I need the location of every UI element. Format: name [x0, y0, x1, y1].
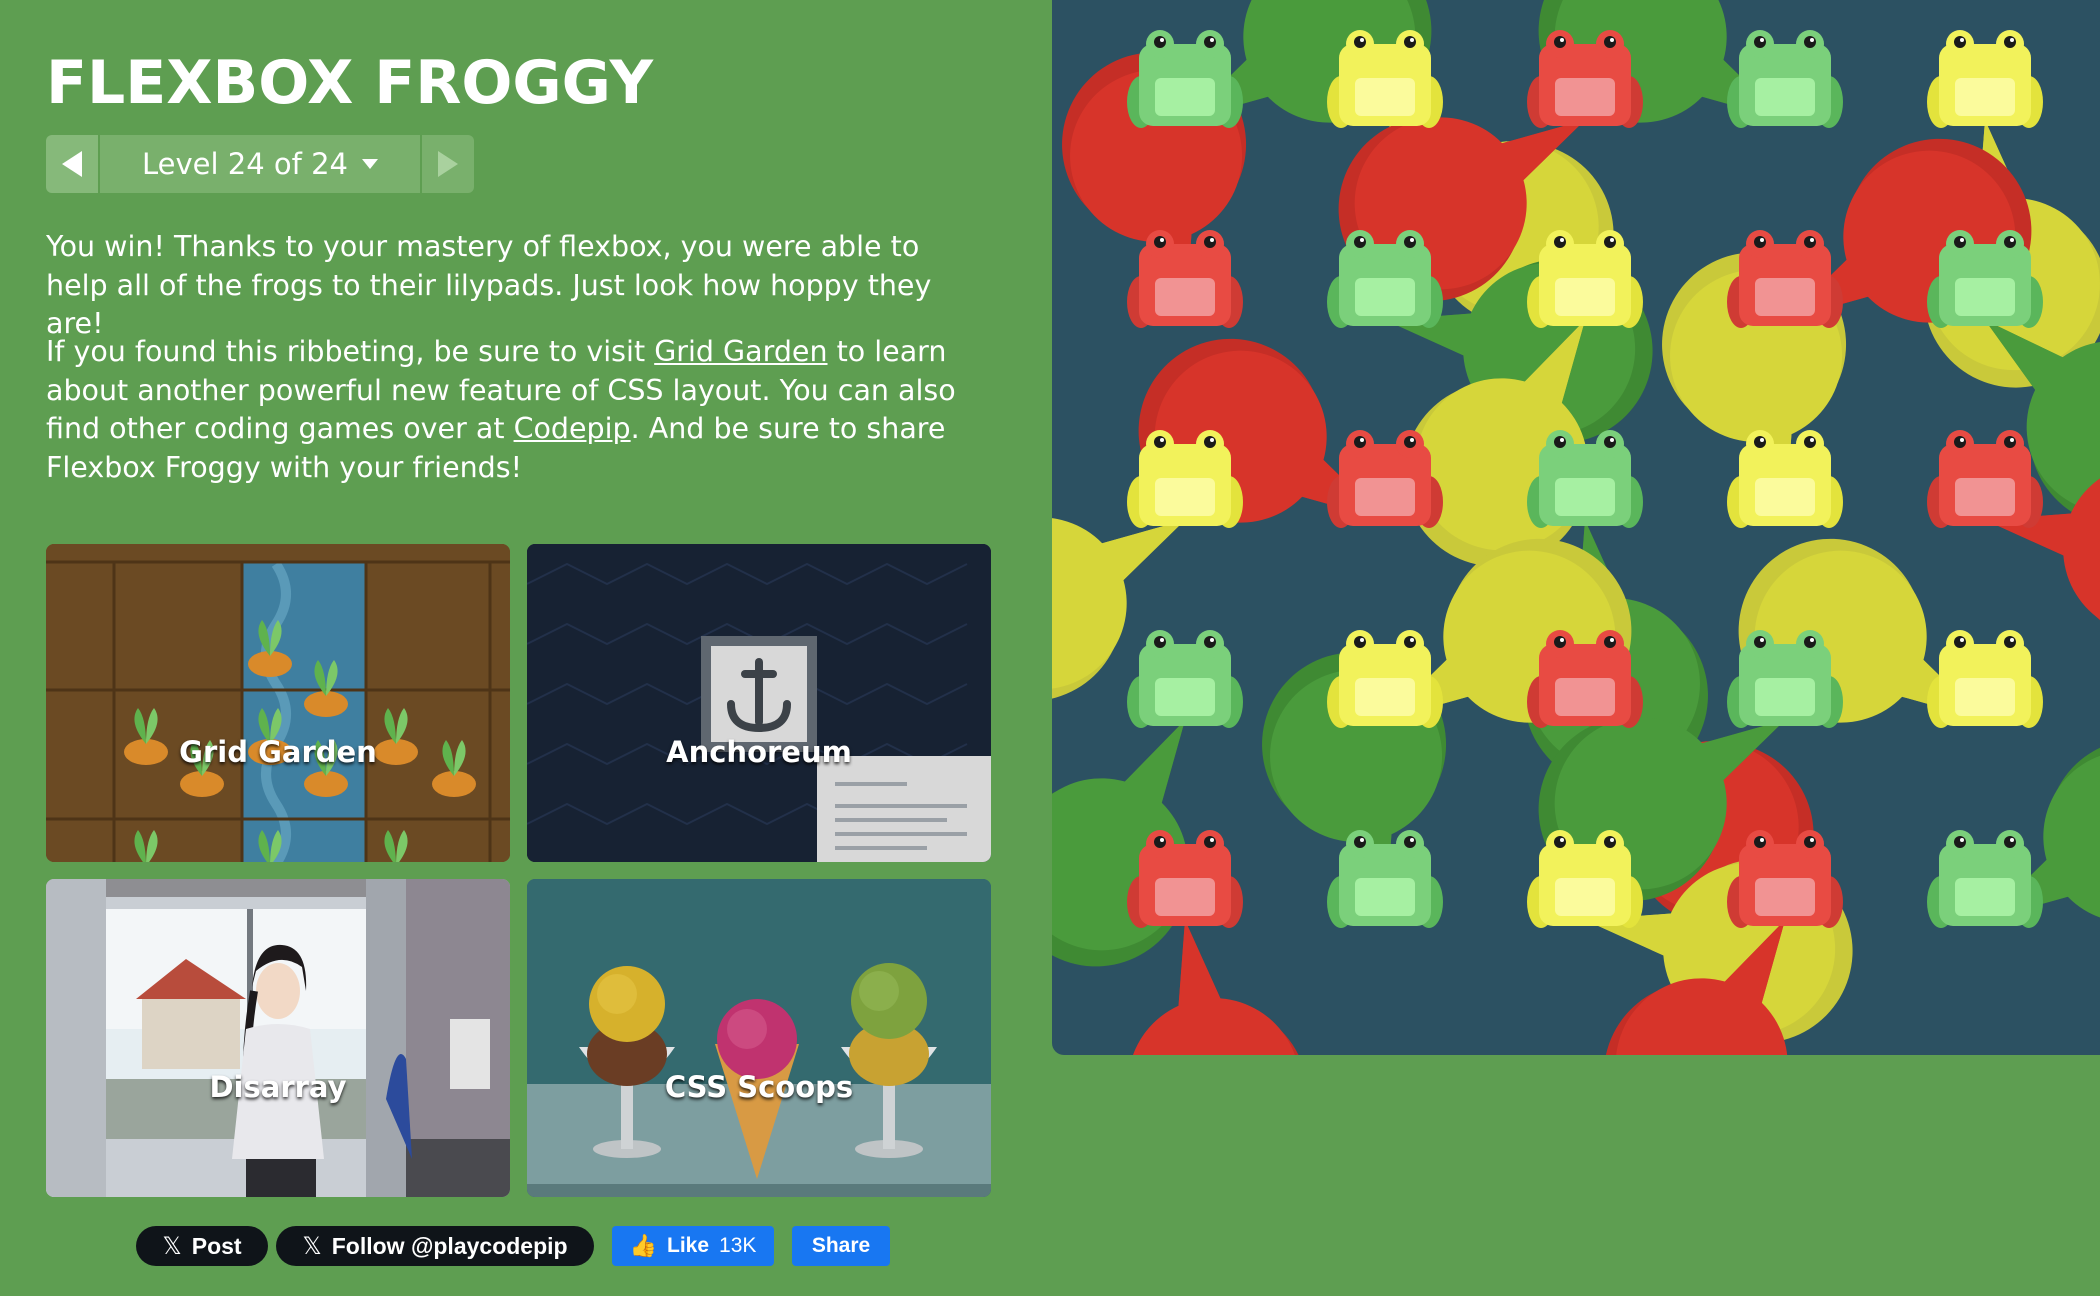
arrow-left-icon: [62, 151, 82, 177]
game-title-anchoreum: Anchoreum: [666, 735, 852, 769]
game-tile-css-scoops[interactable]: CSS Scoops: [527, 879, 991, 1197]
promo-text-1: If you found this ribbeting, be sure to …: [46, 335, 655, 368]
like-count: 13K: [719, 1234, 757, 1257]
frog-4-3: [1727, 830, 1843, 928]
frog-3-3: [1727, 630, 1843, 728]
frog-0-2: [1527, 30, 1643, 128]
caret-down-icon: [361, 159, 378, 169]
instructions-panel: FLEXBOX FROGGY Level 24 of 24 You win! T…: [0, 0, 1052, 1296]
frog-1-2: [1527, 230, 1643, 328]
frog-4-0: [1127, 830, 1243, 928]
page-title: FLEXBOX FROGGY: [46, 48, 654, 118]
level-label: Level 24 of 24: [142, 147, 348, 181]
share-label: Share: [811, 1234, 871, 1257]
facebook-share-button[interactable]: Share: [792, 1226, 890, 1266]
game-tile-grid-garden[interactable]: Grid Garden: [46, 544, 510, 862]
grid-garden-link[interactable]: Grid Garden: [654, 335, 827, 368]
frog-2-3: [1727, 430, 1843, 528]
like-label: Like: [667, 1234, 710, 1257]
frog-4-4: [1927, 830, 2043, 928]
frog-1-0: [1127, 230, 1243, 328]
frog-1-3: [1727, 230, 1843, 328]
previous-level-button[interactable]: [46, 135, 98, 193]
frog-3-4: [1927, 630, 2043, 728]
x-follow-button[interactable]: 𝕏 Follow @playcodepip: [276, 1226, 594, 1266]
thumbs-up-icon: 👍: [629, 1233, 657, 1258]
level-selector[interactable]: Level 24 of 24: [100, 135, 420, 193]
frog-2-2: [1527, 430, 1643, 528]
frog-2-0: [1127, 430, 1243, 528]
next-level-button[interactable]: [422, 135, 474, 193]
frog-3-1: [1327, 630, 1443, 728]
frog-4-1: [1327, 830, 1443, 928]
promo-message: If you found this ribbeting, be sure to …: [46, 333, 986, 487]
level-navigation: Level 24 of 24: [46, 135, 474, 193]
frog-3-0: [1127, 630, 1243, 728]
post-label: Post: [191, 1232, 242, 1259]
game-title-css-scoops: CSS Scoops: [664, 1070, 854, 1104]
x-post-button[interactable]: 𝕏 Post: [136, 1226, 268, 1266]
frog-0-1: [1327, 30, 1443, 128]
game-tile-anchoreum[interactable]: Anchoreum: [527, 544, 991, 862]
game-tile-disarray[interactable]: Disarray: [46, 879, 510, 1197]
game-title-grid-garden: Grid Garden: [179, 735, 377, 769]
pond-board: [1052, 0, 2100, 1055]
frog-1-4: [1927, 230, 2043, 328]
x-logo-icon: 𝕏: [302, 1232, 322, 1260]
frog-1-1: [1327, 230, 1443, 328]
frog-0-3: [1727, 30, 1843, 128]
frog-0-4: [1927, 30, 2043, 128]
follow-label: Follow @playcodepip: [331, 1232, 568, 1259]
frog-3-2: [1527, 630, 1643, 728]
frog-2-4: [1927, 430, 2043, 528]
facebook-like-button[interactable]: 👍 Like 13K: [612, 1226, 774, 1266]
frog-2-1: [1327, 430, 1443, 528]
frog-layer: [1127, 30, 2043, 928]
codepip-link[interactable]: Codepip: [514, 412, 631, 445]
frog-0-0: [1127, 30, 1243, 128]
x-logo-icon: 𝕏: [162, 1232, 182, 1260]
win-message: You win! Thanks to your mastery of flexb…: [46, 230, 932, 340]
arrow-right-icon: [438, 151, 458, 177]
game-title-disarray: Disarray: [209, 1070, 347, 1104]
frog-4-2: [1527, 830, 1643, 928]
